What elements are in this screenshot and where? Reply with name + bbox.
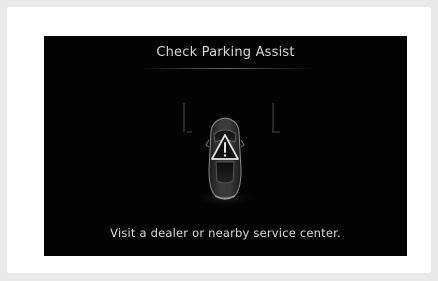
cluster-display-screen: Check Parking Assist Visit a dealer or n… bbox=[44, 36, 407, 256]
left-mirror bbox=[205, 139, 210, 148]
service-message: Visit a dealer or nearby service center. bbox=[110, 226, 341, 240]
right-mirror bbox=[240, 139, 245, 148]
car-rear-window bbox=[215, 161, 235, 184]
content-card: Check Parking Assist Visit a dealer or n… bbox=[7, 7, 431, 273]
car-top-view-icon bbox=[191, 117, 259, 207]
page: Check Parking Assist Visit a dealer or n… bbox=[0, 0, 438, 281]
